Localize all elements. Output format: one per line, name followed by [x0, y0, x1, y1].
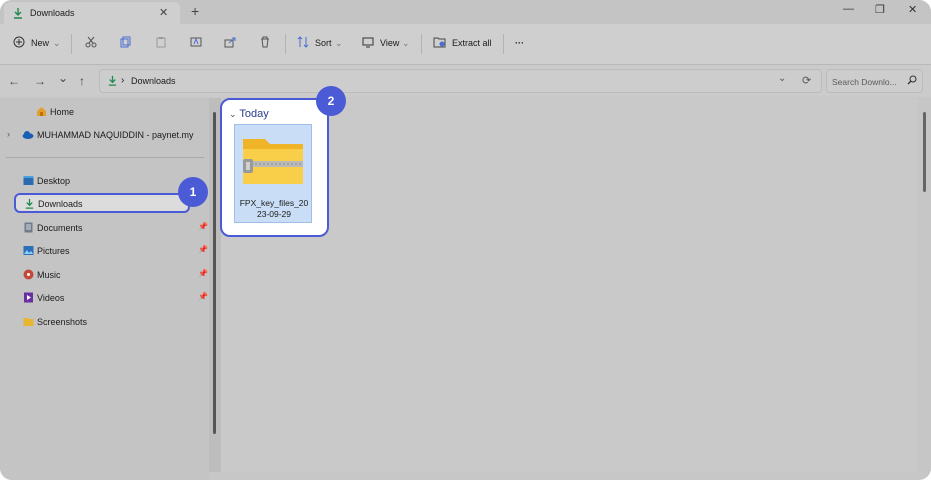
cut-icon[interactable]	[85, 36, 97, 48]
expand-chevron-icon[interactable]: ›	[7, 129, 10, 139]
scrollbar-thumb[interactable]	[213, 112, 216, 434]
chevron-down-icon: ⌄	[335, 38, 343, 48]
file-name-line: 23-09-29	[256, 209, 292, 219]
home-icon	[36, 106, 47, 117]
file-name: FPX_key_files_20 23-09-29	[235, 198, 313, 220]
download-icon	[24, 198, 35, 209]
folder-icon	[23, 316, 34, 327]
sidebar-item-screenshots[interactable]: Screenshots	[14, 312, 190, 332]
back-button[interactable]: ←	[8, 74, 20, 88]
tab-title: Downloads	[30, 8, 75, 18]
desktop-icon	[23, 175, 34, 186]
chevron-down-icon: ⌄	[402, 38, 410, 48]
toolbar-divider	[503, 34, 504, 54]
rename-icon[interactable]	[190, 36, 202, 48]
file-name-line: FPX_key_files_20	[239, 198, 309, 208]
sort-icon	[297, 36, 309, 48]
toolbar-divider	[71, 34, 72, 54]
new-label: New	[31, 38, 50, 48]
sidebar-item-label: Screenshots	[37, 317, 88, 327]
new-tab-button[interactable]: +	[191, 3, 199, 19]
breadcrumb-separator: ›	[121, 75, 125, 86]
sidebar-item-label: Pictures	[37, 246, 70, 256]
sidebar-item-desktop[interactable]: Desktop	[14, 171, 190, 191]
tab-downloads[interactable]: Downloads ✕	[4, 2, 180, 24]
sidebar-item-label: Music	[37, 270, 61, 280]
file-item-zip[interactable]: FPX_key_files_20 23-09-29	[234, 124, 312, 223]
download-icon	[12, 7, 24, 21]
close-window-button[interactable]: ✕	[908, 3, 917, 16]
sidebar-item-videos[interactable]: Videos 📌	[14, 288, 208, 308]
search-icon	[907, 75, 917, 87]
pictures-icon	[23, 245, 34, 256]
toolbar-divider	[285, 34, 286, 54]
sidebar-item-label: Desktop	[37, 176, 71, 186]
group-label: Today	[239, 108, 269, 120]
videos-icon	[23, 292, 34, 303]
file-explorer-window: Downloads ✕ + — ❐ ✕ New ⌄ Sort ⌄ View ⌄ …	[0, 0, 931, 480]
sidebar-item-label: MUHAMMAD NAQUIDDIN - paynet.my	[37, 130, 194, 140]
scrollbar-thumb[interactable]	[923, 112, 926, 192]
sidebar-item-label: Documents	[37, 223, 83, 233]
toolbar-divider	[421, 34, 422, 54]
pin-icon: 📌	[198, 292, 208, 301]
delete-icon[interactable]	[259, 36, 271, 48]
group-header-today[interactable]: ⌄ Today	[229, 108, 269, 120]
pin-icon: 📌	[198, 245, 208, 254]
minimize-button[interactable]: —	[843, 3, 854, 15]
zip-folder-icon	[241, 133, 305, 189]
address-dropdown-chevron-icon[interactable]: ⌄	[778, 73, 786, 84]
navigation-pane: Home › MUHAMMAD NAQUIDDIN - paynet.my De…	[0, 98, 209, 480]
more-options-button[interactable]: ···	[515, 38, 524, 48]
sidebar-item-onedrive[interactable]: › MUHAMMAD NAQUIDDIN - paynet.my	[4, 125, 204, 145]
pin-icon: 📌	[198, 269, 208, 278]
sidebar-item-documents[interactable]: Documents 📌	[14, 218, 208, 238]
recent-locations-button[interactable]: ⌄	[58, 71, 68, 85]
extract-icon	[433, 36, 446, 48]
search-box[interactable]: Search Downlo...	[826, 69, 923, 93]
view-label: View	[380, 38, 400, 48]
sidebar-item-label: Home	[50, 107, 75, 117]
music-icon	[23, 269, 34, 280]
sidebar-item-home[interactable]: Home	[14, 102, 190, 122]
command-bar: New ⌄ Sort ⌄ View ⌄ Extract all ···	[0, 24, 931, 65]
address-bar[interactable]: › Downloads ⌄ ⟳	[99, 69, 822, 93]
address-bar-row: ← → ⌄ ↑ › Downloads ⌄ ⟳ Search Downlo...	[0, 65, 931, 97]
content-scrollbar[interactable]	[918, 98, 931, 472]
document-icon	[23, 222, 34, 233]
copy-icon[interactable]	[120, 36, 132, 48]
extract-all-label: Extract all	[452, 38, 492, 48]
forward-button[interactable]: →	[34, 74, 46, 88]
sidebar-item-music[interactable]: Music 📌	[14, 265, 208, 285]
paste-icon[interactable]	[155, 36, 167, 48]
refresh-icon[interactable]: ⟳	[802, 74, 811, 87]
tab-close-button[interactable]: ✕	[159, 6, 168, 19]
step-badge-1: 1	[178, 177, 208, 207]
download-icon	[107, 75, 118, 88]
sidebar-item-label: Downloads	[38, 199, 83, 209]
chevron-down-icon: ⌄	[53, 38, 61, 48]
sort-label: Sort	[315, 38, 332, 48]
tab-bar: Downloads ✕ + — ❐ ✕	[0, 0, 931, 24]
view-icon	[362, 36, 374, 48]
search-placeholder: Search Downlo...	[832, 77, 897, 87]
plus-circle-icon	[13, 36, 25, 48]
sidebar-item-downloads[interactable]: Downloads	[14, 193, 190, 213]
sidebar-divider	[6, 157, 204, 158]
maximize-button[interactable]: ❐	[875, 3, 885, 16]
breadcrumb-downloads[interactable]: Downloads	[131, 76, 176, 86]
cloud-icon	[22, 129, 34, 140]
share-icon[interactable]	[224, 36, 236, 48]
sidebar-item-label: Videos	[37, 293, 65, 303]
up-button[interactable]: ↑	[79, 74, 85, 88]
collapse-chevron-icon: ⌄	[229, 109, 237, 119]
sidebar-item-pictures[interactable]: Pictures 📌	[14, 241, 208, 261]
step-badge-2: 2	[316, 86, 346, 116]
pin-icon: 📌	[198, 222, 208, 231]
